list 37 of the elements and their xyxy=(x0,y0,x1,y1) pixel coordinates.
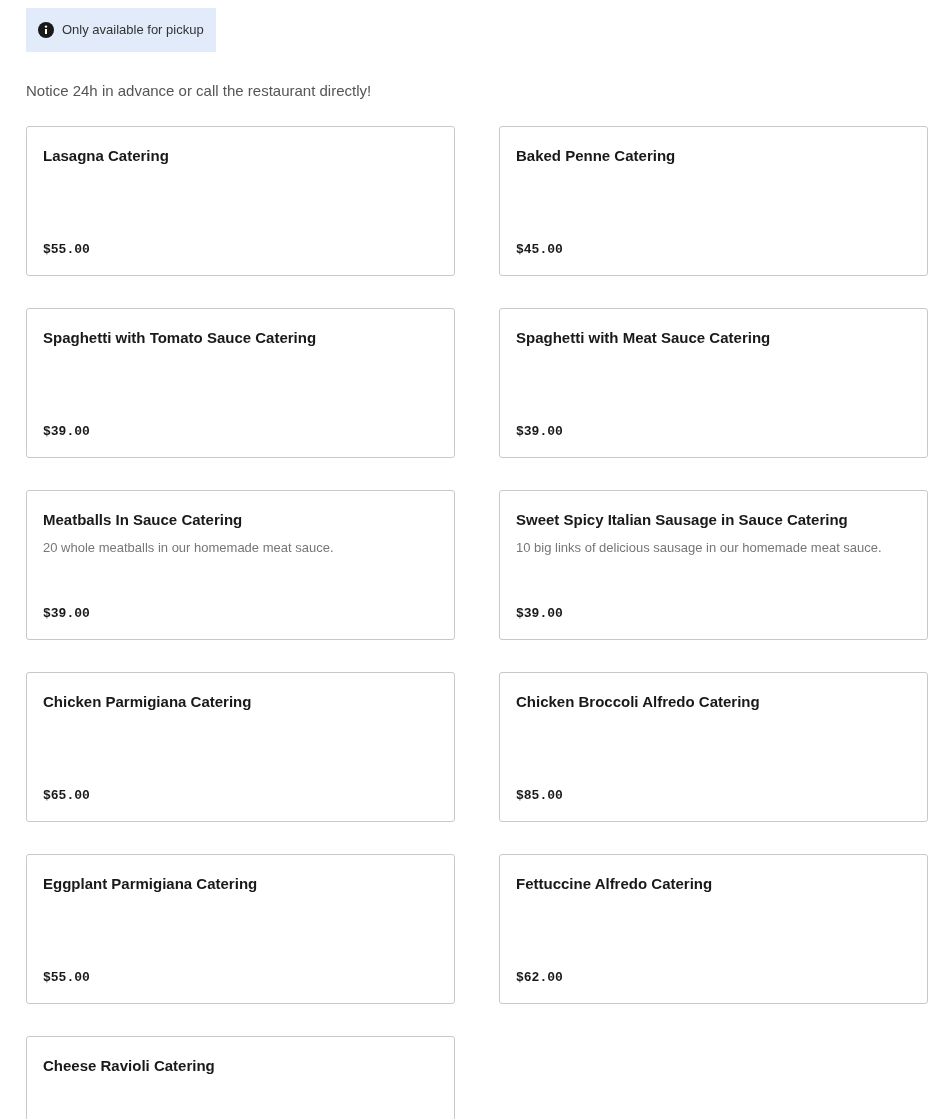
item-name: Eggplant Parmigiana Catering xyxy=(43,874,259,894)
item-price: $39.00 xyxy=(43,604,91,623)
item-name: Fettuccine Alfredo Catering xyxy=(516,874,714,894)
item-price: $39.00 xyxy=(516,422,564,441)
item-description: 20 whole meatballs in our homemade meat sauce. xyxy=(43,538,335,557)
menu-item-card[interactable]: Chicken Broccoli Alfredo Catering $85.00 xyxy=(499,672,928,822)
menu-item-card[interactable]: Sweet Spicy Italian Sausage in Sauce Catering 10 big links of delicious sausage in our homemade meat sauce. $39.00 xyxy=(499,490,928,640)
item-price: $85.00 xyxy=(516,786,564,805)
menu-item-card[interactable]: Lasagna Catering $55.00 xyxy=(26,126,455,276)
item-name: Chicken Parmigiana Catering xyxy=(43,692,253,712)
item-name: Meatballs In Sauce Catering xyxy=(43,510,244,530)
notice-text: Notice 24h in advance or call the restaurant directly! xyxy=(26,80,373,101)
item-price: $55.00 xyxy=(43,968,91,987)
item-name: Cheese Ravioli Catering xyxy=(43,1056,216,1076)
info-icon xyxy=(38,21,54,38)
notice-text: Only available for pickup xyxy=(62,21,204,39)
menu-item-card[interactable]: Fettuccine Alfredo Catering $62.00 xyxy=(499,854,928,1004)
item-price: $62.00 xyxy=(516,968,564,987)
item-price: $45.00 xyxy=(516,240,564,259)
item-name: Baked Penne Catering xyxy=(516,146,677,166)
menu-item-card[interactable]: Spaghetti with Meat Sauce Catering $39.00 xyxy=(499,308,928,458)
menu-item-card[interactable]: Eggplant Parmigiana Catering $55.00 xyxy=(26,854,455,1004)
menu-item-card[interactable]: Spaghetti with Tomato Sauce Catering $39.00 xyxy=(26,308,455,458)
item-price: $55.00 xyxy=(43,240,91,259)
item-name: Lasagna Catering xyxy=(43,146,170,166)
menu-item-card[interactable]: Chicken Parmigiana Catering $65.00 xyxy=(26,672,455,822)
menu-item-card[interactable]: Baked Penne Catering $45.00 xyxy=(499,126,928,276)
item-price: $39.00 xyxy=(516,604,564,623)
item-description: 10 big links of delicious sausage in our homemade meat sauce. xyxy=(516,538,883,557)
item-name: Spaghetti with Tomato Sauce Catering xyxy=(43,328,318,348)
menu-item-card[interactable]: Meatballs In Sauce Catering 20 whole meatballs in our homemade meat sauce. $39.00 xyxy=(26,490,455,640)
item-name: Spaghetti with Meat Sauce Catering xyxy=(516,328,772,348)
item-name: Chicken Broccoli Alfredo Catering xyxy=(516,692,761,712)
menu-item-card[interactable]: Cheese Ravioli Catering xyxy=(26,1036,455,1119)
item-price: $39.00 xyxy=(43,422,91,441)
item-name: Sweet Spicy Italian Sausage in Sauce Catering xyxy=(516,510,849,530)
item-price: $65.00 xyxy=(43,786,91,805)
